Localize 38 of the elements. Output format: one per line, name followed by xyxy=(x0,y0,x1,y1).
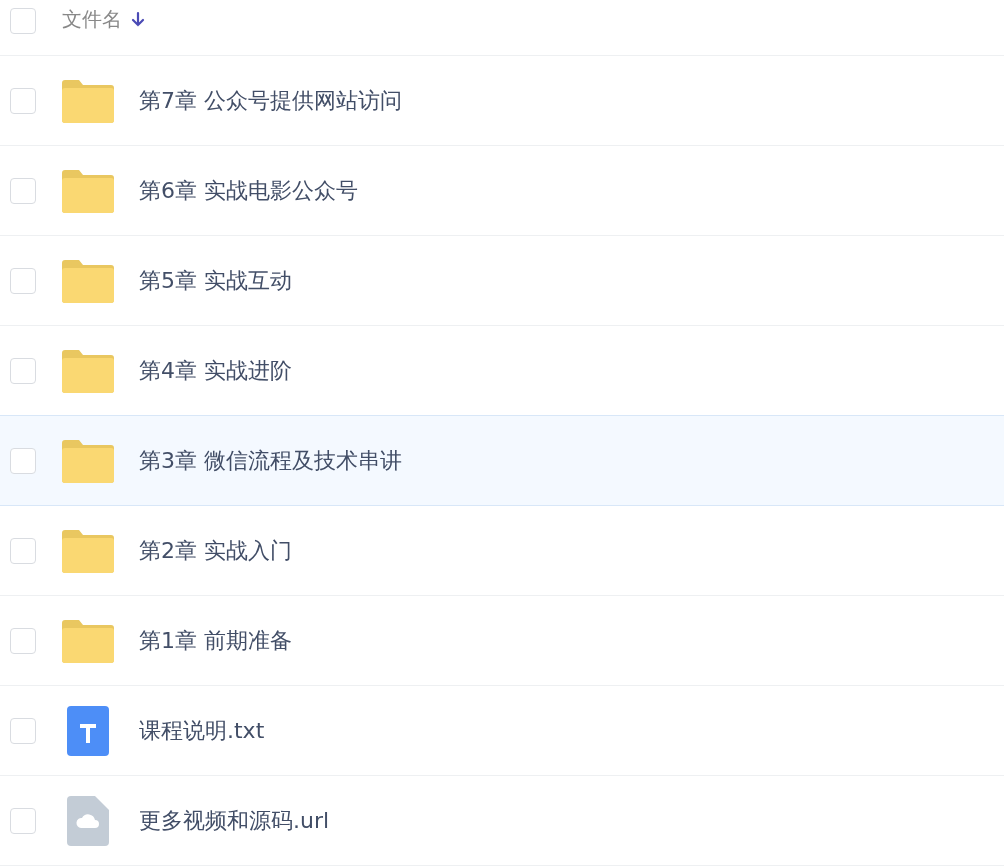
file-name[interactable]: 第4章 实战进阶 xyxy=(139,355,292,386)
checkbox[interactable] xyxy=(10,8,36,34)
checkbox[interactable] xyxy=(10,807,36,834)
file-name[interactable]: 第2章 实战入门 xyxy=(139,535,292,566)
file-name[interactable]: 课程说明.txt xyxy=(139,715,265,746)
folder-icon xyxy=(62,528,114,573)
checkbox[interactable] xyxy=(10,87,36,114)
file-name[interactable]: 第1章 前期准备 xyxy=(139,625,292,656)
folder-icon xyxy=(62,348,114,393)
file-row[interactable]: 课程说明.txt xyxy=(0,686,1004,776)
column-header[interactable]: 文件名 xyxy=(62,6,122,32)
sort-arrow-icon[interactable] xyxy=(130,11,146,27)
file-name[interactable]: 第7章 公众号提供网站访问 xyxy=(139,85,402,116)
file-row[interactable]: 第6章 实战电影公众号 xyxy=(0,146,1004,236)
text-file-icon xyxy=(67,705,109,756)
folder-icon xyxy=(62,618,114,663)
folder-icon xyxy=(62,258,114,303)
checkbox[interactable] xyxy=(10,717,36,744)
file-row[interactable]: 第2章 实战入门 xyxy=(0,506,1004,596)
checkbox[interactable] xyxy=(10,177,36,204)
file-name[interactable]: 第3章 微信流程及技术串讲 xyxy=(139,445,402,476)
file-name[interactable]: 更多视频和源码.url xyxy=(139,805,330,836)
file-row[interactable]: 第5章 实战互动 xyxy=(0,236,1004,326)
folder-icon xyxy=(62,438,114,483)
checkbox[interactable] xyxy=(10,447,36,474)
cloud-file-icon xyxy=(67,795,109,846)
checkbox[interactable] xyxy=(10,627,36,654)
checkbox[interactable] xyxy=(10,357,36,384)
file-name[interactable]: 第5章 实战互动 xyxy=(139,265,292,296)
folder-icon xyxy=(62,168,114,213)
checkbox[interactable] xyxy=(10,267,36,294)
file-row[interactable]: 第7章 公众号提供网站访问 xyxy=(0,56,1004,146)
file-name[interactable]: 第6章 实战电影公众号 xyxy=(139,175,358,206)
file-row[interactable]: 更多视频和源码.url xyxy=(0,776,1004,866)
checkbox[interactable] xyxy=(10,537,36,564)
folder-icon xyxy=(62,78,114,123)
file-row-highlight[interactable]: 第3章 微信流程及技术串讲 xyxy=(0,415,1004,506)
file-row[interactable]: 第1章 前期准备 xyxy=(0,596,1004,686)
